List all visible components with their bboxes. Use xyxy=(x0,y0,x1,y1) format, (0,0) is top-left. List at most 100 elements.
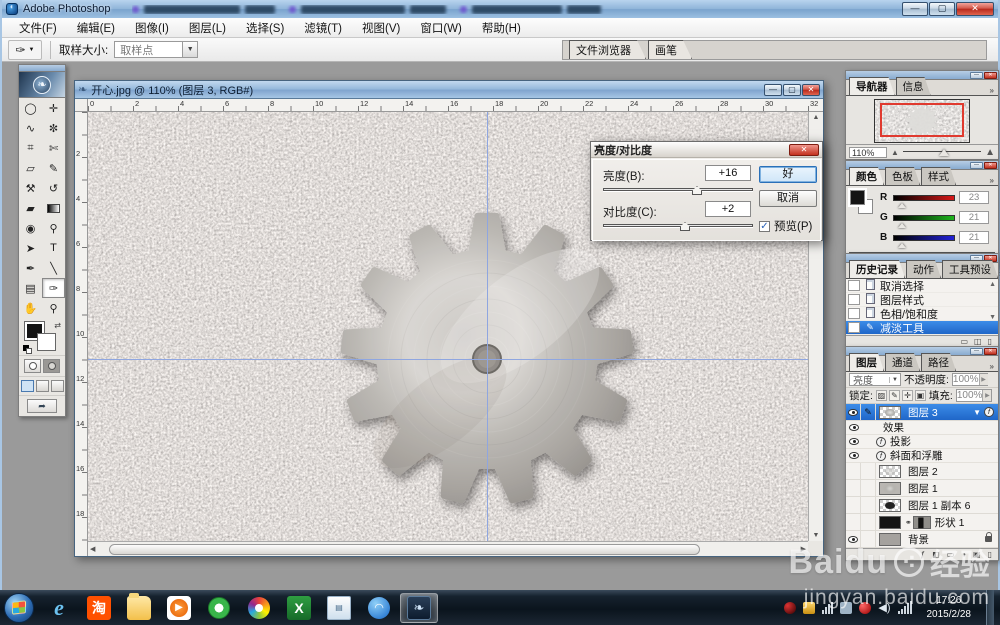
palette-minimize-button[interactable]: — xyxy=(970,162,983,169)
healing-brush-tool[interactable]: ▱ xyxy=(19,158,42,178)
effect-row-drop-shadow[interactable]: f 投影 xyxy=(846,435,998,449)
menu-item-7[interactable]: 窗口(W) xyxy=(411,18,471,38)
taskbar-excel[interactable]: X xyxy=(280,593,318,623)
menu-item-1[interactable]: 编辑(E) xyxy=(68,18,124,38)
scroll-down-icon[interactable]: ▼ xyxy=(989,314,996,321)
layer-row-layer1-copy6[interactable]: 图层 1 副本 6 xyxy=(846,497,998,514)
quick-mask-button[interactable] xyxy=(43,359,60,373)
fill-input[interactable]: 100% ▶ xyxy=(955,389,992,402)
eyedropper-tool-preset[interactable]: ✑ ▼ xyxy=(8,39,42,60)
lock-position-icon[interactable]: ✛ xyxy=(901,390,913,401)
layer-thumbnail[interactable] xyxy=(879,464,901,478)
taskbar-ie[interactable]: e xyxy=(40,593,78,623)
lock-paint-icon[interactable]: ✎ xyxy=(888,390,900,401)
dodge-tool[interactable]: ⚲ xyxy=(42,218,65,238)
history-brush-tool[interactable]: ↺ xyxy=(42,178,65,198)
blue-slider[interactable] xyxy=(893,234,955,248)
palette-minimize-button[interactable]: — xyxy=(970,348,983,355)
close-button[interactable]: ✕ xyxy=(956,2,994,16)
swap-colors-icon[interactable]: ⇄ xyxy=(54,321,61,330)
tab-brushes[interactable]: 画笔 xyxy=(648,40,692,59)
crop-tool[interactable]: ⌗ xyxy=(19,138,42,158)
taskbar-photoshop-active[interactable]: ❧ xyxy=(400,592,438,623)
layer-row-layer1[interactable]: 图层 1 xyxy=(846,480,998,497)
effect-row-bevel-emboss[interactable]: f 斜面和浮雕 xyxy=(846,449,998,463)
lock-transparency-icon[interactable]: ▨ xyxy=(875,390,887,401)
tray-volume-icon[interactable]: ◀) xyxy=(878,601,890,614)
zoom-tool[interactable]: ⚲ xyxy=(42,298,65,318)
scroll-thumb[interactable] xyxy=(109,543,700,555)
move-tool[interactable]: ✛ xyxy=(42,98,65,118)
layer-row-layer3[interactable]: ✎ 图层 3 ▼ f xyxy=(846,404,998,421)
dialog-titlebar[interactable]: 亮度/对比度 ✕ xyxy=(591,142,822,158)
history-source-checkbox[interactable] xyxy=(848,294,860,305)
layer-thumbnail[interactable] xyxy=(879,405,901,419)
tray-gold-icon[interactable] xyxy=(803,601,816,614)
taskbar-green-app[interactable] xyxy=(200,593,238,623)
red-slider[interactable] xyxy=(893,194,955,208)
slice-tool[interactable]: ✄ xyxy=(42,138,65,158)
fullscreen-menubar-button[interactable] xyxy=(35,380,49,392)
menu-item-6[interactable]: 视图(V) xyxy=(353,18,409,38)
doc-minimize-button[interactable]: — xyxy=(764,83,782,96)
start-button[interactable] xyxy=(4,592,34,623)
taskbar-browser[interactable]: ◠ xyxy=(360,593,398,623)
new-adjustment-icon[interactable]: ◑ xyxy=(961,550,966,559)
tab-paths[interactable]: 路径 xyxy=(921,353,956,371)
blend-mode-select[interactable]: 亮度 ▼ xyxy=(849,373,901,387)
tab-color[interactable]: 颜色 xyxy=(849,167,884,185)
maximize-button[interactable]: ▢ xyxy=(929,2,955,16)
visibility-eye-icon[interactable] xyxy=(848,535,858,543)
taskbar-clock[interactable]: 17:26 2015/2/28 xyxy=(919,594,980,621)
effects-header-row[interactable]: 效果 xyxy=(846,421,998,435)
layer-thumbnail[interactable] xyxy=(879,481,901,495)
delete-layer-icon[interactable]: ▯ xyxy=(988,550,992,559)
elliptical-marquee-tool[interactable]: ◯ xyxy=(19,98,42,118)
tab-swatches[interactable]: 色板 xyxy=(885,167,920,185)
menu-item-3[interactable]: 图层(L) xyxy=(180,18,235,38)
vector-mask-thumbnail[interactable]: ▊ xyxy=(912,515,931,529)
brush-tool[interactable]: ✎ xyxy=(42,158,65,178)
history-source-checkbox[interactable] xyxy=(848,322,860,333)
tab-actions[interactable]: 动作 xyxy=(906,260,941,278)
background-color[interactable] xyxy=(37,333,56,351)
path-selection-tool[interactable]: ➤ xyxy=(19,238,42,258)
default-colors-icon[interactable] xyxy=(23,345,33,355)
new-document-from-state-icon[interactable]: ▭ xyxy=(960,337,968,346)
navigator-thumbnail[interactable] xyxy=(874,99,970,143)
tab-layers[interactable]: 图层 xyxy=(849,353,884,371)
red-value[interactable]: 23 xyxy=(959,191,989,204)
visibility-eye-icon[interactable] xyxy=(848,438,859,445)
taskbar-notepad[interactable]: ▤ xyxy=(320,593,358,623)
tray-antivirus-icon[interactable] xyxy=(784,601,797,614)
menu-item-2[interactable]: 图像(I) xyxy=(126,18,178,38)
sample-size-select[interactable]: 取样点 ▼ xyxy=(114,41,199,58)
clone-stamp-tool[interactable]: ⚒ xyxy=(19,178,42,198)
history-source-checkbox[interactable] xyxy=(848,280,860,291)
new-layer-icon[interactable]: ▣ xyxy=(973,550,981,559)
hand-tool[interactable]: ✋ xyxy=(19,298,42,318)
tab-channels[interactable]: 通道 xyxy=(885,353,920,371)
layer-thumbnail[interactable] xyxy=(879,532,901,546)
taskbar-taobao[interactable]: 淘 xyxy=(80,593,118,623)
magic-wand-tool[interactable]: ✼ xyxy=(42,118,65,138)
contrast-slider[interactable] xyxy=(603,222,753,231)
standard-mode-button[interactable] xyxy=(24,359,41,373)
show-desktop-button[interactable] xyxy=(986,590,994,625)
menu-item-4[interactable]: 选择(S) xyxy=(237,18,293,38)
tab-navigator[interactable]: 导航器 xyxy=(849,77,895,95)
gradient-tool[interactable] xyxy=(42,198,65,218)
layer-row-shape1[interactable]: ⚭ ▊ 形状 1 xyxy=(846,514,998,531)
horizontal-guide[interactable] xyxy=(88,359,808,360)
foreground-color[interactable] xyxy=(848,188,867,207)
tab-styles[interactable]: 样式 xyxy=(921,167,956,185)
vertical-guide[interactable] xyxy=(487,112,488,541)
blue-value[interactable]: 21 xyxy=(959,231,989,244)
eraser-tool[interactable]: ▰ xyxy=(19,198,42,218)
minimize-button[interactable]: — xyxy=(902,2,928,16)
doc-close-button[interactable]: ✕ xyxy=(802,83,820,96)
tab-info[interactable]: 信息 xyxy=(896,77,931,95)
lock-all-icon[interactable]: ▣ xyxy=(914,390,926,401)
horizontal-scrollbar[interactable]: ◀ ▶ xyxy=(88,541,808,556)
taskbar-media-player[interactable]: ▶ xyxy=(160,593,198,623)
